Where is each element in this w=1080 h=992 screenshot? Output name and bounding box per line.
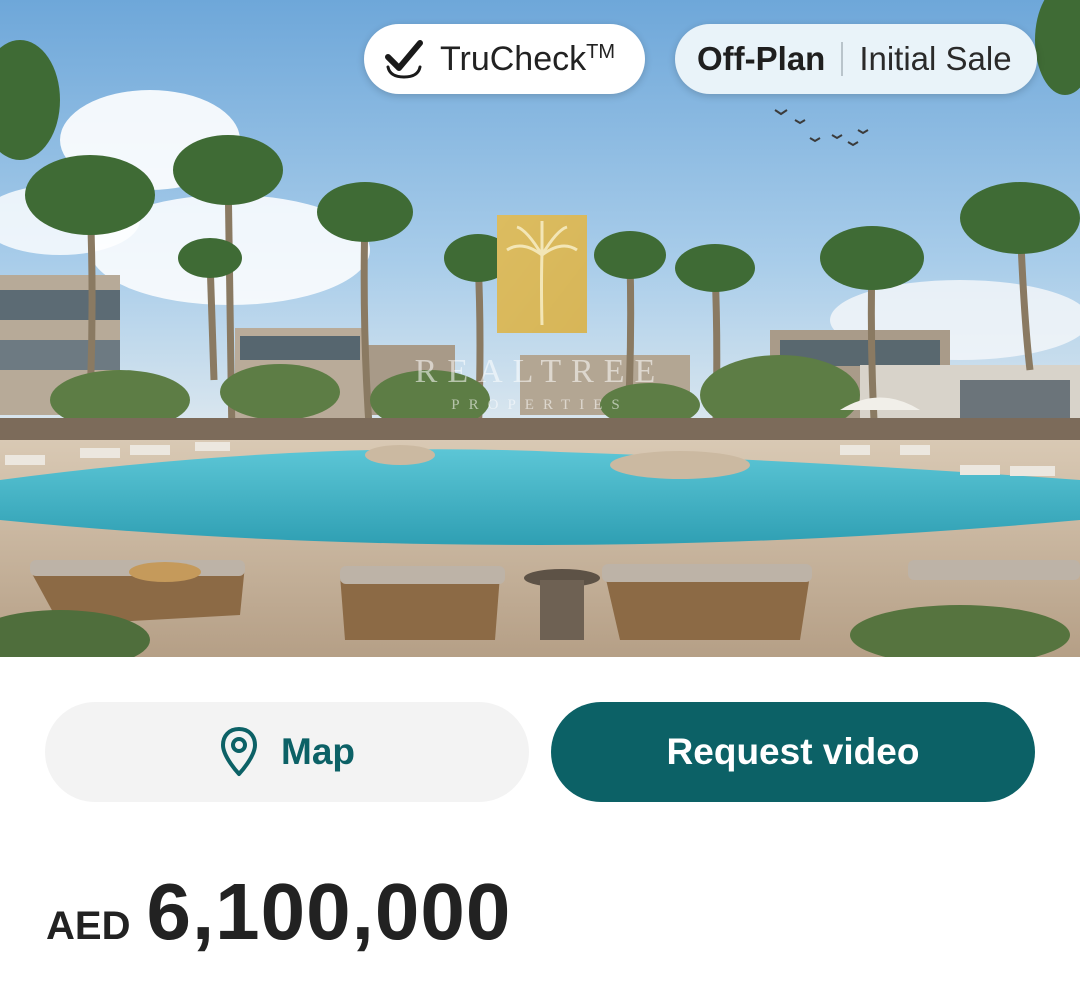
map-button[interactable]: Map xyxy=(45,702,529,802)
trucheck-badge[interactable]: TruCheckTM xyxy=(364,24,645,94)
status-divider xyxy=(841,42,844,76)
palm-logo-icon xyxy=(497,215,587,333)
listing-hero-image[interactable]: REALTREE PROPERTIES TruCheckTM Off-Plan … xyxy=(0,0,1080,657)
completion-status: Off-Plan xyxy=(697,40,826,77)
listing-status-badge: Off-Plan Initial Sale xyxy=(675,24,1037,94)
price-amount: 6,100,000 xyxy=(146,867,512,956)
map-button-label: Map xyxy=(281,731,355,772)
sale-type: Initial Sale xyxy=(859,40,1012,77)
trademark-mark: TM xyxy=(586,40,616,63)
trucheck-label: TruCheckTM xyxy=(440,39,616,78)
request-video-button[interactable]: Request video xyxy=(551,702,1035,802)
listing-price: AED 6,100,000 xyxy=(46,866,511,958)
verified-check-icon xyxy=(385,40,423,79)
request-video-label: Request video xyxy=(666,731,920,772)
watermark-subtitle: PROPERTIES xyxy=(451,397,629,413)
map-pin-icon xyxy=(221,727,257,776)
price-currency: AED xyxy=(46,904,131,948)
watermark-title: REALTREE xyxy=(414,353,666,390)
agency-watermark: REALTREE PROPERTIES xyxy=(400,215,680,435)
